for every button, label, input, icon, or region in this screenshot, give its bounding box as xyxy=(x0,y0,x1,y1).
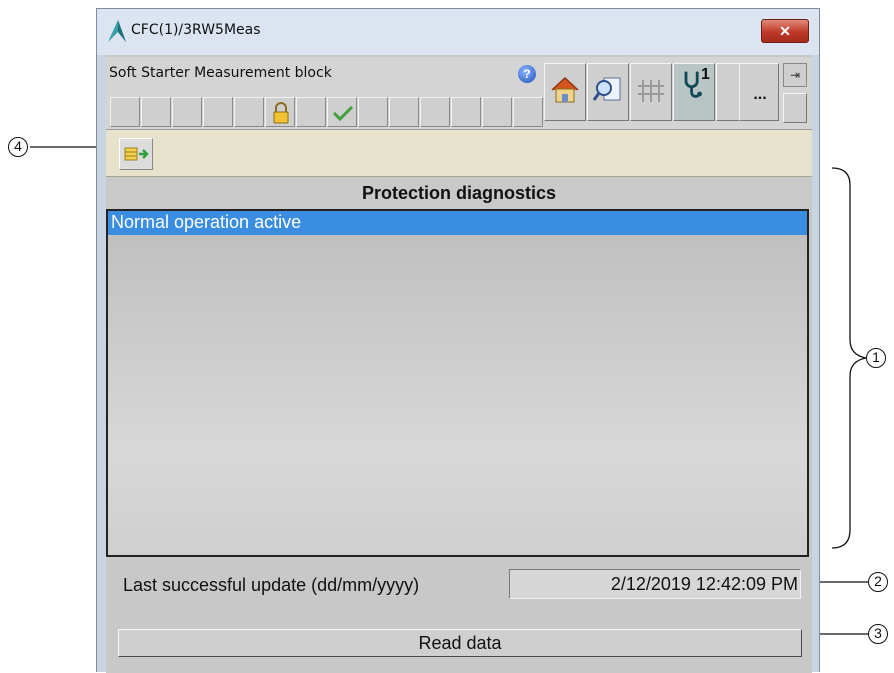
more-button[interactable]: ... xyxy=(739,63,779,121)
status-cell xyxy=(482,97,512,127)
callout-1: 1 xyxy=(866,348,886,368)
grid-disabled-icon xyxy=(638,80,664,102)
home-button[interactable] xyxy=(544,63,586,121)
callout-1-bracket xyxy=(831,167,867,549)
diagnostics-badge: 1 xyxy=(701,66,710,83)
status-cell-lock xyxy=(265,97,295,127)
diagnostics-button[interactable]: 1 xyxy=(673,63,715,121)
status-cell xyxy=(296,97,326,127)
status-cell xyxy=(110,97,140,127)
status-cell xyxy=(203,97,233,127)
diagnostics-list[interactable]: Normal operation active xyxy=(106,209,809,557)
title-bar[interactable]: CFC(1)/3RW5Meas ✕ xyxy=(97,9,819,55)
faceplate-window: CFC(1)/3RW5Meas ✕ Soft Starter Measureme… xyxy=(96,8,820,673)
side-button[interactable] xyxy=(783,93,807,123)
status-cell-check xyxy=(327,97,357,127)
window-title: CFC(1)/3RW5Meas xyxy=(131,22,261,38)
status-cell xyxy=(358,97,388,127)
client-area: Soft Starter Measurement block ? 1 ... ⇥… xyxy=(106,55,812,673)
magnifier-icon xyxy=(592,77,621,101)
lock-icon xyxy=(273,102,289,124)
status-cell xyxy=(389,97,419,127)
block-title: Soft Starter Measurement block xyxy=(109,65,332,81)
home-icon xyxy=(551,76,579,103)
return-to-faceplate-button[interactable] xyxy=(119,138,153,170)
check-icon xyxy=(332,105,354,122)
header-panel: Soft Starter Measurement block ? 1 ... ⇥ xyxy=(106,57,812,130)
close-button[interactable]: ✕ xyxy=(761,19,809,43)
view-toolbar xyxy=(106,130,812,177)
search-faceplate-button[interactable] xyxy=(587,63,629,121)
callout-3: 3 xyxy=(868,624,888,644)
more-label: ... xyxy=(753,86,767,103)
callout-4: 4 xyxy=(8,137,28,157)
section-title: Protection diagnostics xyxy=(106,177,812,209)
help-icon[interactable]: ? xyxy=(518,65,536,83)
trend-button[interactable] xyxy=(630,63,672,121)
status-cell xyxy=(172,97,202,127)
return-view-icon xyxy=(124,147,149,161)
last-update-label: Last successful update (dd/mm/yyyy) xyxy=(123,575,420,595)
app-logo-icon xyxy=(108,20,126,42)
read-data-button[interactable]: Read data xyxy=(118,629,802,657)
list-item[interactable]: Normal operation active xyxy=(108,211,807,235)
status-cell xyxy=(234,97,264,127)
status-cell xyxy=(420,97,450,127)
pin-button[interactable]: ⇥ xyxy=(783,63,807,87)
status-cell xyxy=(141,97,171,127)
callout-2: 2 xyxy=(868,572,888,592)
status-cell xyxy=(451,97,481,127)
last-update-value: 2/12/2019 12:42:09 PM xyxy=(509,569,801,599)
status-cell xyxy=(513,97,543,127)
